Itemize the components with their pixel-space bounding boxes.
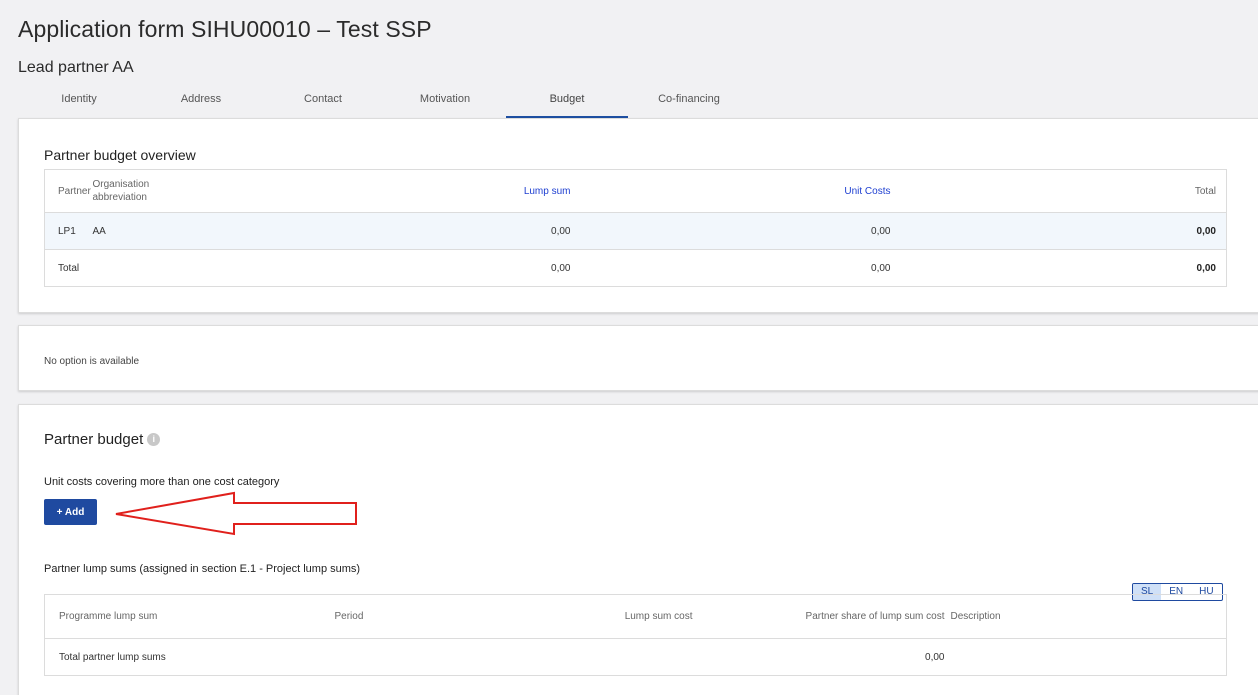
total-label: Total xyxy=(58,262,80,274)
col-partner: Partner xyxy=(58,185,91,197)
overview-table: Partner Organisation abbreviation Lump s… xyxy=(44,169,1227,287)
lump-sums-label: Partner lump sums (assigned in section E… xyxy=(44,563,361,575)
budget-overview-card: Partner budget overview Partner Organisa… xyxy=(18,118,1258,313)
tab-address[interactable]: Address xyxy=(140,82,262,118)
col-unit-costs[interactable]: Unit Costs xyxy=(571,170,890,213)
tab-co-financing[interactable]: Co-financing xyxy=(628,82,750,118)
total-description xyxy=(951,639,1227,676)
total-total: 0,00 xyxy=(1196,262,1216,274)
tab-bar: Identity Address Contact Motivation Budg… xyxy=(18,82,750,118)
table-header-row: Programme lump sum Period Lump sum cost … xyxy=(44,595,1227,639)
col-organisation-label: Organisation abbreviation xyxy=(92,179,150,203)
add-unit-cost-button[interactable]: + Add xyxy=(44,499,97,525)
col-lump-sum-cost: Lump sum cost xyxy=(624,611,693,622)
page-title: Application form SIHU00010 – Test SSP xyxy=(18,16,432,42)
cell-unit: 0,00 xyxy=(871,225,891,237)
table-row[interactable]: LP1 AA 0,00 0,00 0,00 xyxy=(44,212,1227,250)
col-period: Period xyxy=(334,611,364,622)
cell-total: 0,00 xyxy=(1196,225,1216,237)
col-organisation: Organisation abbreviation xyxy=(93,170,363,213)
unit-costs-label: Unit costs covering more than one cost c… xyxy=(44,476,280,488)
cell-lump: 0,00 xyxy=(551,225,571,237)
tab-contact[interactable]: Contact xyxy=(262,82,384,118)
col-total: Total xyxy=(1194,185,1216,197)
col-programme-lump-sum: Programme lump sum xyxy=(59,611,158,622)
tab-identity[interactable]: Identity xyxy=(18,82,140,118)
table-header-row: Partner Organisation abbreviation Lump s… xyxy=(44,170,1227,213)
tab-budget[interactable]: Budget xyxy=(506,82,628,118)
col-lump-sum[interactable]: Lump sum xyxy=(363,170,571,213)
total-share: 0,00 xyxy=(925,651,945,663)
overview-title: Partner budget overview xyxy=(44,147,196,163)
total-row: Total 0,00 0,00 0,00 xyxy=(44,250,1227,287)
total-lump-label: Total partner lump sums xyxy=(59,651,166,663)
page-subtitle: Lead partner AA xyxy=(18,59,134,76)
partner-budget-heading: Partner budget i xyxy=(44,431,161,448)
total-unit: 0,00 xyxy=(871,262,891,274)
total-row: Total partner lump sums 0,00 xyxy=(44,639,1227,676)
partner-budget-title: Partner budget xyxy=(44,431,144,448)
cell-org: AA xyxy=(92,225,106,237)
partner-budget-card: Partner budget i Unit costs covering more… xyxy=(18,404,1258,695)
col-description: Description xyxy=(950,611,1001,622)
col-partner-share: Partner share of lump sum cost xyxy=(805,611,945,622)
cell-partner: LP1 xyxy=(58,225,76,237)
no-option-text: No option is available xyxy=(44,356,140,367)
total-lump: 0,00 xyxy=(551,262,571,274)
lump-sums-table: Programme lump sum Period Lump sum cost … xyxy=(44,594,1227,676)
options-card: No option is available xyxy=(18,325,1258,391)
info-icon[interactable]: i xyxy=(147,433,161,446)
tab-motivation[interactable]: Motivation xyxy=(384,82,506,118)
